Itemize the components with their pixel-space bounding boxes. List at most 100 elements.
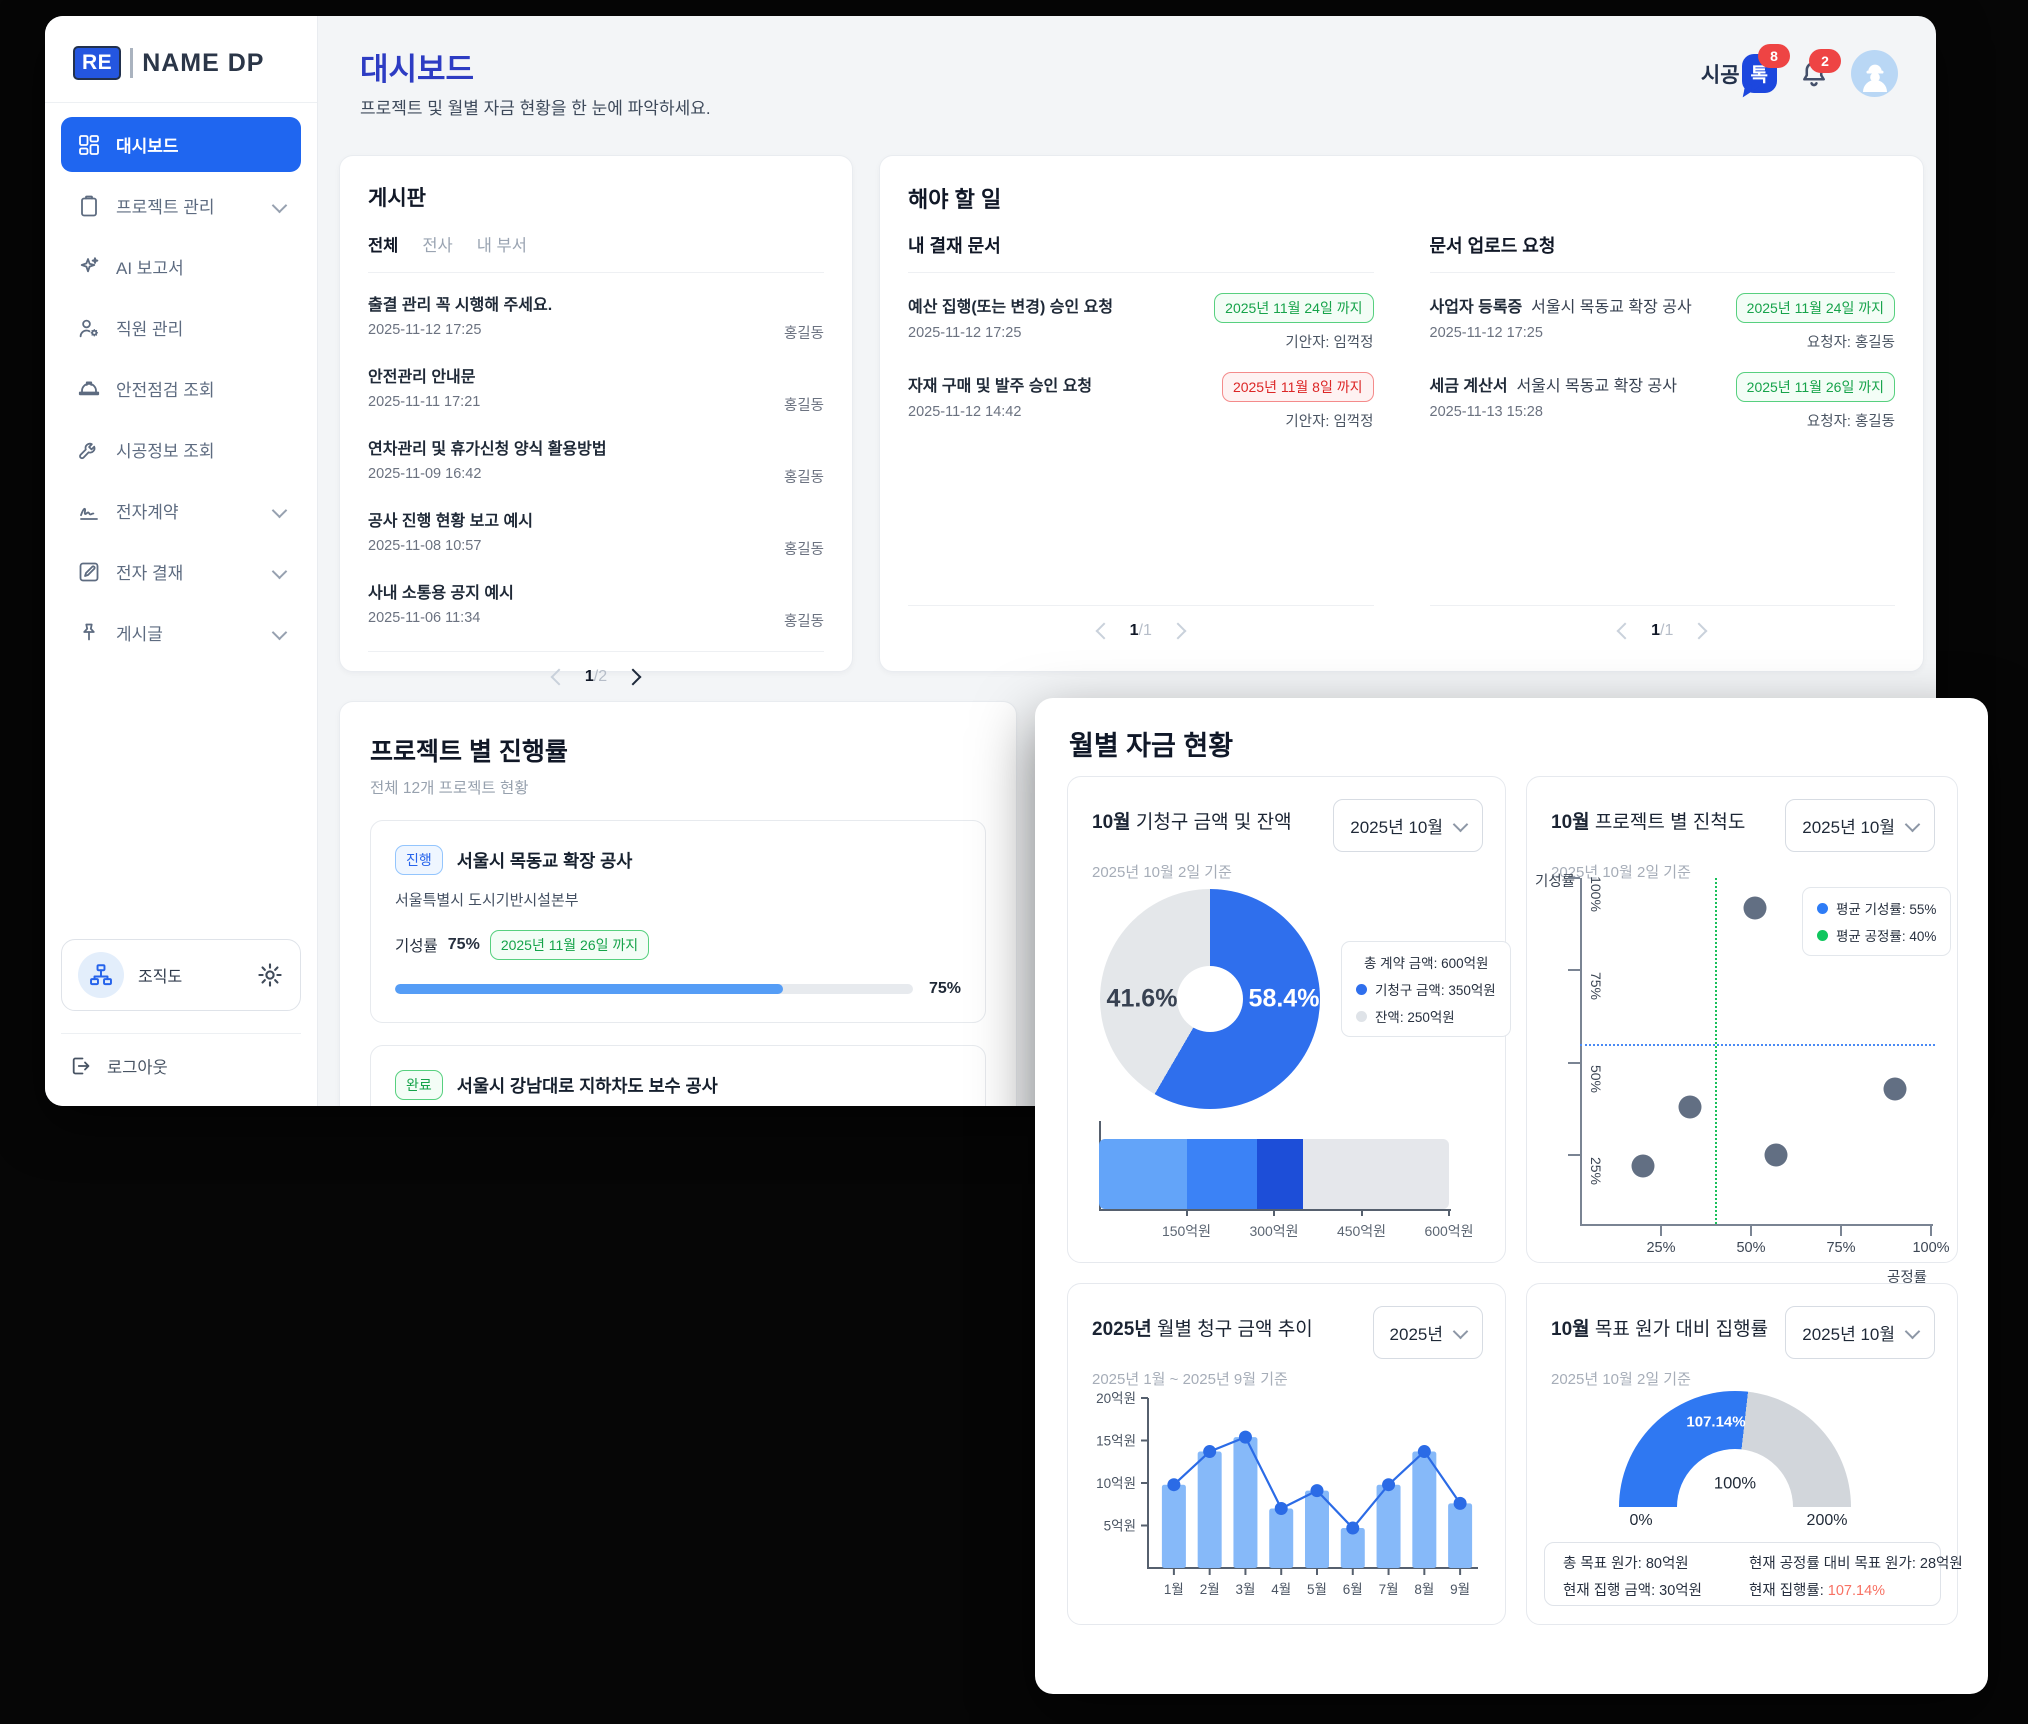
todo-section-divider bbox=[908, 272, 1374, 273]
board-tabs-divider bbox=[368, 272, 824, 273]
settings-gear-icon[interactable] bbox=[256, 961, 284, 989]
logout-button[interactable]: 로그아웃 bbox=[61, 1054, 301, 1078]
project-card[interactable]: 진행서울시 목동교 확장 공사서울특별시 도시기반시설본부기성률75%2025년… bbox=[370, 820, 986, 1023]
pagination-prev-icon[interactable] bbox=[1095, 623, 1112, 640]
board-tab-3[interactable]: 내 부서 bbox=[477, 232, 527, 256]
chat-label: 시공 bbox=[1701, 59, 1740, 89]
scatter-point bbox=[1884, 1077, 1907, 1100]
board-post[interactable]: 연차관리 및 휴가신청 양식 활용방법2025-11-09 16:42홍길동 bbox=[368, 435, 824, 487]
x-tick bbox=[1660, 1224, 1662, 1236]
x-tick-label: 25% bbox=[1646, 1240, 1675, 1256]
sidebar-menu: 대시보드프로젝트 관리 AI 보고서직원 관리안전점검 조회시공정보 조회전자계약… bbox=[45, 117, 317, 660]
sidebar-item-9[interactable]: 게시글 bbox=[61, 605, 301, 660]
todo-columns: 내 결재 문서예산 집행(또는 변경) 승인 요청2025-11-12 17:2… bbox=[908, 232, 1895, 640]
gauge-card: 10월 목표 원가 대비 집행률 2025년 10월 2025년 10월 2일 … bbox=[1526, 1283, 1958, 1625]
todo-item-date: 2025-11-12 14:42 bbox=[908, 404, 1092, 420]
todo-pagination: 1/1 bbox=[1430, 606, 1896, 640]
due-badge: 2025년 11월 24일 까지 bbox=[1736, 293, 1895, 323]
post-date: 2025-11-06 11:34 bbox=[368, 610, 480, 631]
sidebar-item-label: 대시보드 bbox=[116, 132, 179, 157]
sidebar-item-label: 직원 관리 bbox=[116, 315, 183, 340]
chevron-down-icon bbox=[1453, 1323, 1469, 1339]
org-chart-button[interactable]: 조직도 bbox=[61, 939, 301, 1011]
chat-button[interactable]: 시공 톡 8 bbox=[1701, 54, 1777, 93]
chat-badge: 8 bbox=[1758, 44, 1790, 68]
post-date: 2025-11-08 10:57 bbox=[368, 538, 481, 559]
todo-item-right: 2025년 11월 26일 까지요청자: 홍길동 bbox=[1736, 372, 1895, 431]
y-axis-label: 기성률 bbox=[1535, 870, 1575, 891]
sidebar-item-1[interactable]: 대시보드 bbox=[61, 117, 301, 172]
sidebar-item-7[interactable]: 전자계약 bbox=[61, 483, 301, 538]
todo-item[interactable]: 사업자 등록증 서울시 목동교 확장 공사2025-11-12 17:25 202… bbox=[1430, 293, 1896, 352]
stackbar-tick bbox=[1361, 1209, 1363, 1216]
pagination-next-icon[interactable] bbox=[1169, 623, 1186, 640]
page-subtitle: 프로젝트 및 월별 자금 현황을 한 눈에 파악하세요. bbox=[360, 94, 711, 119]
gauge-center-label: 100% bbox=[1714, 1475, 1756, 1494]
scatter-point bbox=[1678, 1095, 1701, 1118]
user-gear-icon bbox=[77, 316, 101, 340]
todo-section-footer: 1/1 bbox=[908, 605, 1374, 640]
todo-item-meta: 요청자: 홍길동 bbox=[1736, 331, 1895, 352]
due-badge: 2025년 11월 26일 까지 bbox=[1736, 372, 1895, 402]
pagination-prev-icon[interactable] bbox=[1617, 623, 1634, 640]
board-tab-2[interactable]: 전사 bbox=[422, 232, 452, 256]
gauge-max-label: 200% bbox=[1807, 1512, 1848, 1530]
board-post[interactable]: 사내 소통용 공지 예시2025-11-06 11:34홍길동 bbox=[368, 579, 824, 631]
sidebar-item-label: 프로젝트 관리 bbox=[116, 193, 215, 218]
legend-text: 잔액: 250억원 bbox=[1375, 1006, 1455, 1026]
post-title: 안전관리 안내문 bbox=[368, 363, 824, 387]
board-tabs: 전체 전사 내 부서 bbox=[368, 232, 824, 256]
legend-row: 평균 기성률: 55% bbox=[1817, 898, 1936, 918]
donut-card: 10월 기청구 금액 및 잔액 2025년 10월 2025년 10월 2일 기… bbox=[1067, 776, 1506, 1263]
logout-label: 로그아웃 bbox=[107, 1054, 168, 1078]
todo-item-right: 2025년 11월 24일 까지요청자: 홍길동 bbox=[1736, 293, 1895, 352]
board-pagination-label: 1/2 bbox=[585, 668, 607, 686]
chevron-down-icon bbox=[272, 564, 288, 580]
todo-item-left: 사업자 등록증 서울시 목동교 확장 공사2025-11-12 17:25 bbox=[1430, 293, 1692, 352]
sidebar-item-4[interactable]: 직원 관리 bbox=[61, 300, 301, 355]
scatter-card-title: 10월 프로젝트 별 진척도 bbox=[1551, 799, 1745, 834]
logo-text: NAME DP bbox=[142, 49, 264, 78]
notification-bell-icon[interactable]: 2 bbox=[1797, 57, 1831, 91]
board-post[interactable]: 출결 관리 꼭 시행해 주세요.2025-11-12 17:25홍길동 bbox=[368, 291, 824, 343]
stackbar-tick bbox=[1448, 1209, 1450, 1216]
legend-row: 평균 공정률: 40% bbox=[1817, 925, 1936, 945]
board-tab-1[interactable]: 전체 bbox=[368, 232, 398, 256]
todo-item[interactable]: 세금 계산서 서울시 목동교 확장 공사2025-11-13 15:282025… bbox=[1430, 372, 1896, 431]
legend-dot bbox=[1356, 984, 1367, 995]
project-header: 진행서울시 목동교 확장 공사 bbox=[395, 845, 961, 875]
stackbar bbox=[1099, 1139, 1449, 1209]
x-tick-label: 50% bbox=[1736, 1240, 1765, 1256]
status-badge: 진행 bbox=[395, 845, 443, 875]
bars-year-dropdown[interactable]: 2025년 bbox=[1373, 1306, 1483, 1359]
todo-item[interactable]: 자재 구매 및 발주 승인 요청2025-11-12 14:422025년 11… bbox=[908, 372, 1374, 431]
scatter-month-dropdown[interactable]: 2025년 10월 bbox=[1785, 799, 1935, 852]
board-title: 게시판 bbox=[368, 182, 824, 212]
svg-text:10억원: 10억원 bbox=[1096, 1476, 1136, 1491]
donut-month-dropdown[interactable]: 2025년 10월 bbox=[1333, 799, 1483, 852]
chevron-down-icon bbox=[272, 625, 288, 641]
sidebar-item-2[interactable]: 프로젝트 관리 bbox=[61, 178, 301, 233]
sidebar-item-6[interactable]: 시공정보 조회 bbox=[61, 422, 301, 477]
sidebar-item-3[interactable]: AI 보고서 bbox=[61, 239, 301, 294]
todo-item-title: 사업자 등록증 서울시 목동교 확장 공사 bbox=[1430, 293, 1692, 317]
pagination-prev-icon[interactable] bbox=[550, 669, 567, 686]
pagination-next-icon[interactable] bbox=[1691, 623, 1708, 640]
app-logo: RE NAME DP bbox=[45, 16, 317, 102]
gauge-month-dropdown[interactable]: 2025년 10월 bbox=[1785, 1306, 1935, 1359]
post-title: 공사 진행 현황 보고 예시 bbox=[368, 507, 824, 531]
sidebar-item-8[interactable]: 전자 결재 bbox=[61, 544, 301, 599]
todo-item[interactable]: 예산 집행(또는 변경) 승인 요청2025-11-12 17:252025년 … bbox=[908, 293, 1374, 352]
todo-item-left: 예산 집행(또는 변경) 승인 요청2025-11-12 17:25 bbox=[908, 293, 1113, 352]
board-post[interactable]: 안전관리 안내문2025-11-11 17:21홍길동 bbox=[368, 363, 824, 415]
legend-dot bbox=[1356, 1011, 1367, 1022]
sparkle-icon bbox=[77, 255, 101, 279]
sidebar-item-5[interactable]: 안전점검 조회 bbox=[61, 361, 301, 416]
pagination-next-icon[interactable] bbox=[625, 669, 642, 686]
avg-x-line bbox=[1715, 878, 1717, 1224]
project-card[interactable]: 완료서울시 강남대로 지하차도 보수 공사서울도시개발공사 bbox=[370, 1045, 986, 1106]
avatar[interactable] bbox=[1851, 50, 1898, 97]
svg-text:8월: 8월 bbox=[1414, 1582, 1434, 1597]
gauge-stat: 현재 공정률 대비 목표 원가: 28억원 bbox=[1749, 1552, 1963, 1573]
board-post[interactable]: 공사 진행 현황 보고 예시2025-11-08 10:57홍길동 bbox=[368, 507, 824, 559]
